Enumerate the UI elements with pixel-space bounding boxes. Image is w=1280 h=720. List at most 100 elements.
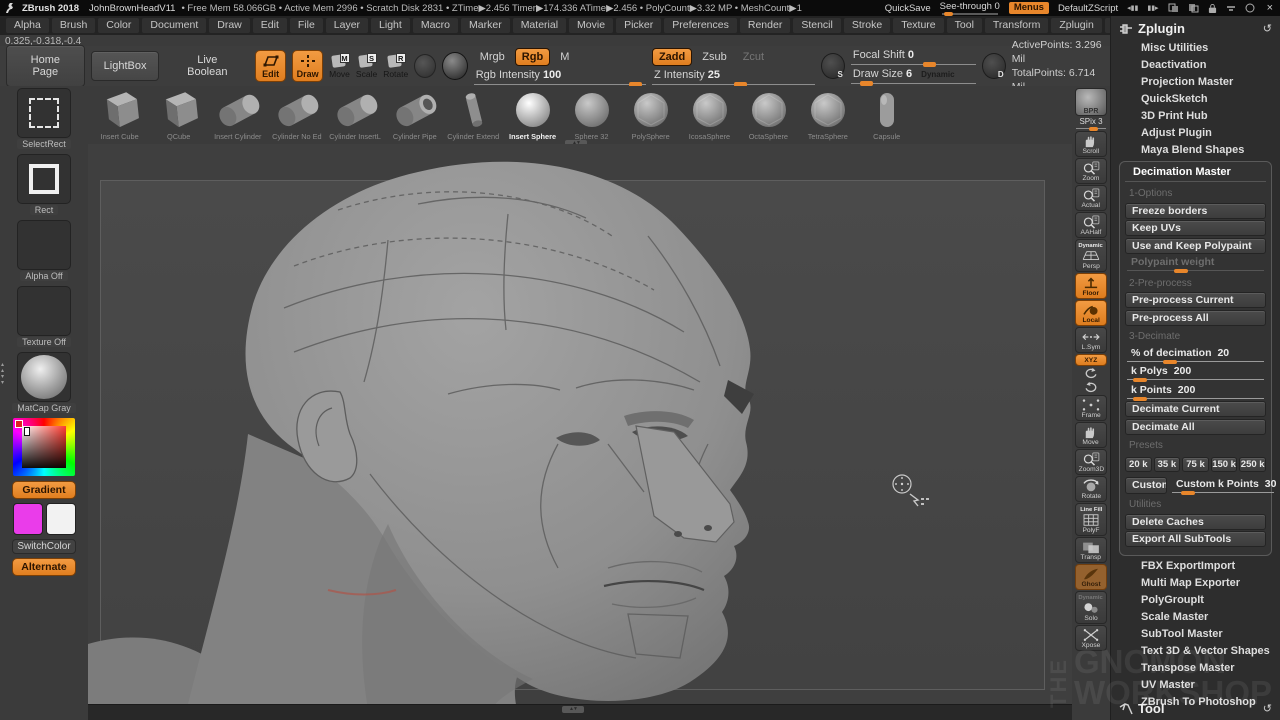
keep-uvs-button[interactable]: Keep UVs [1125,220,1266,236]
brush-polysphere[interactable]: PolySphere [621,86,680,141]
color-picker[interactable] [13,418,75,476]
quicksketch-button[interactable]: QuickSketch [1111,91,1280,108]
menu-preferences[interactable]: Preferences [664,18,737,33]
use-and-keep-polypaint-button[interactable]: Use and Keep Polypaint [1125,238,1266,254]
shelf-spinr-icon[interactable] [1078,381,1104,394]
brush-capsule[interactable]: Capsule [857,86,916,141]
3d-print-hub-button[interactable]: 3D Print Hub [1111,108,1280,125]
75-k-button[interactable]: 75 k [1182,457,1209,472]
percent-decimation-slider[interactable]: % of decimation 20 [1125,346,1266,363]
custom-button[interactable]: Custom [1125,477,1167,494]
draw-size-slider[interactable]: Draw Size6 Dynamic [851,68,976,84]
shelf-zoom-button[interactable]: Zoom [1075,158,1107,184]
move-mode-button[interactable]: M Move [329,53,350,79]
alternate-button[interactable]: Alternate [12,558,76,576]
brush-insert-cylinder[interactable]: Insert Cylinder [208,86,267,141]
shelf-zoom3d-button[interactable]: Zoom3D [1075,449,1107,475]
saturation-value-square[interactable] [22,426,66,468]
delete-caches-button[interactable]: Delete Caches [1125,514,1266,530]
brush-cylinder-insertl[interactable]: Cylinder InsertL [326,86,385,141]
help-circle-icon[interactable] [1245,3,1255,13]
decimate-all-button[interactable]: Decimate All [1125,419,1266,435]
transpose-master-button[interactable]: Transpose Master [1111,660,1280,677]
menu-color[interactable]: Color [98,18,139,33]
text-3d-vector-shapes-button[interactable]: Text 3D & Vector Shapes [1111,643,1280,660]
shelf-frame-button[interactable]: Frame [1075,395,1107,421]
menu-render[interactable]: Render [740,18,790,33]
bottom-tray-divider-handle[interactable]: ▲▼ [562,706,584,713]
adjust-plugin-button[interactable]: Adjust Plugin [1111,125,1280,142]
k-points-slider[interactable]: k Points 200 [1125,383,1266,400]
menu-brush[interactable]: Brush [52,18,95,33]
pre-process-all-button[interactable]: Pre-process All [1125,310,1266,326]
shelf-xyz-button[interactable]: XYZ [1075,354,1107,366]
250-k-button[interactable]: 250 k [1239,457,1266,472]
shelf-scroll-button[interactable]: Scroll [1075,131,1107,157]
polypaint-weight-slider[interactable]: Polypaint weight [1125,255,1266,272]
shelf-transp-button[interactable]: Transp [1075,537,1107,563]
brush-qcube[interactable]: QCube [149,86,208,141]
draw-mode-button[interactable]: Draw [292,50,323,82]
mem-bar-left-icon[interactable]: ◂▮▮ [1127,4,1138,12]
uv-master-button[interactable]: UV Master [1111,677,1280,694]
pre-process-current-button[interactable]: Pre-process Current [1125,292,1266,308]
20-k-button[interactable]: 20 k [1125,457,1152,472]
150-k-button[interactable]: 150 k [1211,457,1238,472]
scale-master-button[interactable]: Scale Master [1111,609,1280,626]
shelf-local-button[interactable]: Local [1075,300,1107,326]
menu-stencil[interactable]: Stencil [793,18,841,33]
mem-bar-right-icon[interactable]: ▮▮▸ [1147,4,1158,12]
custom-k-points-slider[interactable]: Custom k Points 30 [1170,477,1276,494]
switch-color-button[interactable]: SwitchColor [12,539,76,554]
lightbox-button[interactable]: LightBox [91,51,160,81]
shelf-solo-button[interactable]: DynamicSolo [1075,591,1107,624]
brush-cylinder-pipe[interactable]: Cylinder Pipe [385,86,444,141]
doc-nav-icon[interactable] [982,53,1006,79]
mrgb-button[interactable]: Mrgb [474,49,511,65]
shelf-l-sym-button[interactable]: L.Sym [1075,327,1107,353]
maya-blend-shapes-button[interactable]: Maya Blend Shapes [1111,142,1280,159]
rotate-mode-button[interactable]: R Rotate [383,53,408,79]
brush-octasphere[interactable]: OctaSphere [739,86,798,141]
home-page-button[interactable]: Home Page [6,45,85,87]
menu-layer[interactable]: Layer [326,18,368,33]
see-through-slider[interactable]: See-through 0 [940,1,1000,15]
close-window-button[interactable]: × [1264,2,1276,14]
brush-sphere-32[interactable]: Sphere 32 [562,86,621,141]
brush-icosasphere[interactable]: IcosaSphere [680,86,739,141]
m-button[interactable]: M [554,49,575,65]
gradient-button[interactable]: Gradient [12,481,76,499]
menu-document[interactable]: Document [142,18,206,33]
menu-zplugin[interactable]: Zplugin [1051,18,1101,33]
shelf-aahalf-button[interactable]: AAHalf [1075,212,1107,238]
history-icon[interactable]: ↺ [1263,22,1272,35]
decimate-current-button[interactable]: Decimate Current [1125,401,1266,417]
shelf-move-button[interactable]: Move [1075,422,1107,448]
default-zscript-button[interactable]: DefaultZScript [1058,3,1118,14]
live-boolean-button[interactable]: Live Boolean [165,45,249,87]
brush-cylinder-no-ed[interactable]: Cylinder No Ed [267,86,326,141]
polygroupit-button[interactable]: PolyGroupIt [1111,592,1280,609]
copy-doc-icon[interactable] [1168,3,1179,13]
menu-draw[interactable]: Draw [209,18,250,33]
edit-mode-button[interactable]: Edit [255,50,286,82]
shelf-actual-button[interactable]: Actual [1075,185,1107,211]
menu-picker[interactable]: Picker [616,18,661,33]
shelf-ghost-button[interactable]: Ghost [1075,564,1107,590]
menu-transform[interactable]: Transform [985,18,1048,33]
tool-palette-header[interactable]: Tool ↺ [1111,701,1280,716]
brush-insert-cube[interactable]: Insert Cube [90,86,149,141]
subtool-master-button[interactable]: SubTool Master [1111,626,1280,643]
menu-stroke[interactable]: Stroke [844,18,890,33]
stroke-selector[interactable] [17,88,71,138]
menu-texture[interactable]: Texture [893,18,943,33]
secondary-color-swatch[interactable] [46,503,76,535]
shelf-spix-3-button[interactable]: SPix 3 [1074,117,1108,130]
stroke-picker-icon[interactable] [821,53,845,79]
export-all-subtools-button[interactable]: Export All SubTools [1125,531,1266,547]
rgb-button[interactable]: Rgb [515,48,550,66]
sculpt-head-model[interactable] [88,144,1075,720]
zcut-button[interactable]: Zcut [737,49,770,65]
shelf-rotate-button[interactable]: Rotate [1075,476,1107,502]
deactivation-button[interactable]: Deactivation [1111,57,1280,74]
